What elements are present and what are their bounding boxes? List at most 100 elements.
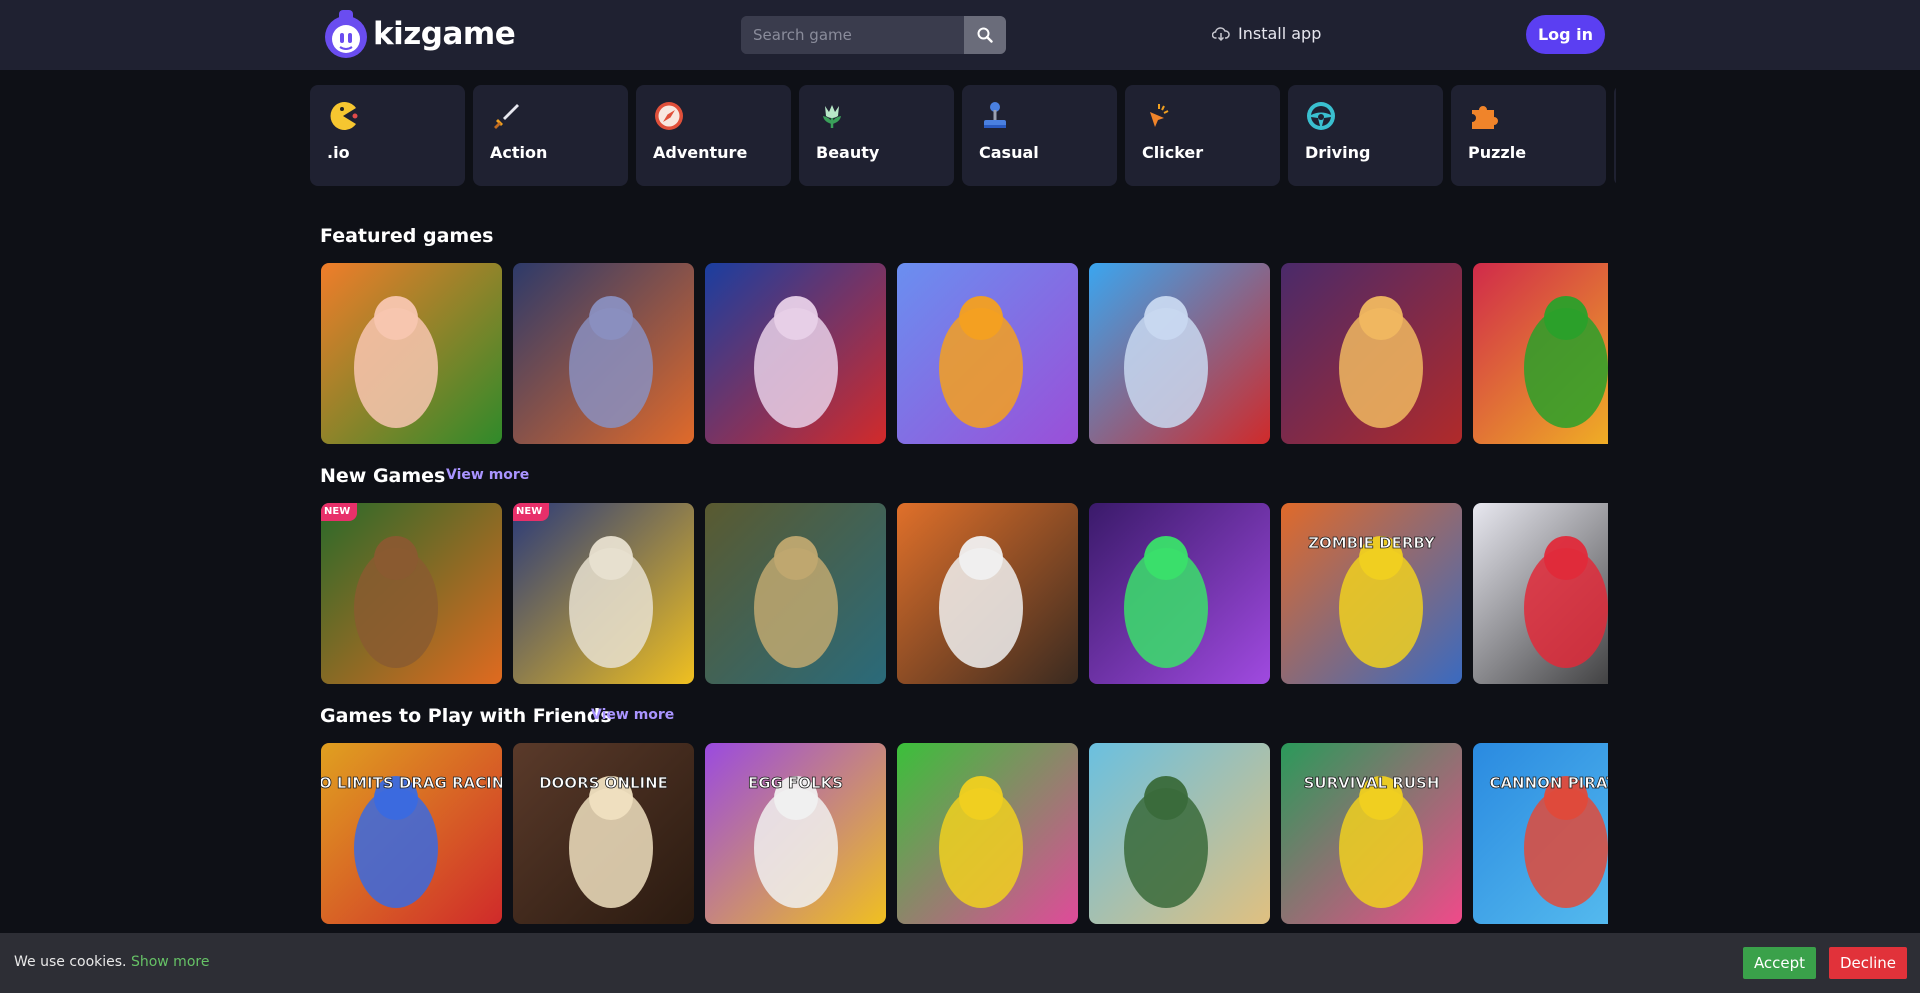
cursor-click-icon xyxy=(1150,104,1169,127)
site-logo[interactable]: kizgame xyxy=(323,9,516,59)
game-tile[interactable] xyxy=(897,503,1078,684)
logo-mascot-icon xyxy=(325,10,367,58)
category-io[interactable]: .io xyxy=(310,85,465,186)
category-label: Casual xyxy=(979,143,1039,162)
row-new-games: NEW NEW ZOMBIE DERBY xyxy=(321,503,1608,685)
section-title-featured: Featured games xyxy=(320,225,494,247)
game-thumbnail xyxy=(321,503,502,684)
joystick-icon xyxy=(984,102,1006,128)
game-thumbnail: EGG FOLKS xyxy=(705,743,886,924)
category-label: .io xyxy=(327,143,350,162)
game-tile[interactable] xyxy=(513,263,694,444)
game-title-art: CANNON PIRATES xyxy=(1489,774,1608,792)
game-tile[interactable] xyxy=(1281,263,1462,444)
game-thumbnail: CANNON PIRATES xyxy=(1473,743,1608,924)
row-featured xyxy=(321,263,1608,445)
game-thumbnail xyxy=(1473,503,1608,684)
game-thumbnail: DOORS ONLINE xyxy=(513,743,694,924)
game-thumbnail: NO LIMITS DRAG RACING xyxy=(321,743,502,924)
game-thumbnail xyxy=(705,263,886,444)
view-more-new-games-link[interactable]: View more xyxy=(446,467,529,483)
category-label: Beauty xyxy=(816,143,880,162)
compass-icon xyxy=(655,102,683,130)
install-app-button[interactable]: Install app xyxy=(1212,24,1321,43)
login-button[interactable]: Log in xyxy=(1526,15,1605,54)
game-tile[interactable] xyxy=(705,263,886,444)
category-label: Action xyxy=(490,143,548,162)
new-badge: NEW xyxy=(321,503,358,521)
game-thumbnail xyxy=(513,503,694,684)
game-thumbnail xyxy=(705,503,886,684)
game-tile[interactable]: DOORS ONLINE xyxy=(513,743,694,924)
game-tile[interactable] xyxy=(897,743,1078,924)
game-tile[interactable] xyxy=(897,263,1078,444)
game-title-art: SURVIVAL RUSH xyxy=(1304,774,1440,792)
category-label: Clicker xyxy=(1142,143,1204,162)
game-tile[interactable] xyxy=(705,503,886,684)
game-thumbnail xyxy=(1089,503,1270,684)
game-tile[interactable] xyxy=(1473,503,1608,684)
category-clicker[interactable]: Clicker xyxy=(1125,85,1280,186)
game-tile[interactable] xyxy=(1473,263,1608,444)
install-app-label: Install app xyxy=(1238,24,1322,43)
game-thumbnail xyxy=(897,503,1078,684)
pacman-icon xyxy=(330,102,358,130)
game-tile[interactable] xyxy=(1089,743,1270,924)
cookie-message: We use cookies. Show more xyxy=(14,954,209,970)
cookie-banner: We use cookies. Show more Accept Decline xyxy=(0,933,1920,993)
category-label: Driving xyxy=(1305,143,1371,162)
cookie-decline-button[interactable]: Decline xyxy=(1829,947,1907,979)
top-header: kizgame Install app Log in xyxy=(0,0,1920,70)
game-thumbnail xyxy=(1089,263,1270,444)
category-bar: .io Action Adventure Beauty Casual Click… xyxy=(310,85,1616,186)
game-thumbnail xyxy=(897,263,1078,444)
category-label: Adventure xyxy=(653,143,748,162)
game-tile[interactable]: NO LIMITS DRAG RACING xyxy=(321,743,502,924)
game-title-art: EGG FOLKS xyxy=(748,774,843,792)
puzzle-piece-icon xyxy=(1472,106,1498,129)
category-casual[interactable]: Casual xyxy=(962,85,1117,186)
category-more[interactable] xyxy=(1614,85,1616,186)
section-title-new-games: New Games xyxy=(320,465,446,487)
category-label: Puzzle xyxy=(1468,143,1527,162)
game-thumbnail xyxy=(897,743,1078,924)
search-button[interactable] xyxy=(964,16,1006,54)
game-thumbnail xyxy=(1089,743,1270,924)
game-thumbnail: ZOMBIE DERBY xyxy=(1281,503,1462,684)
game-tile[interactable]: ZOMBIE DERBY xyxy=(1281,503,1462,684)
flower-icon xyxy=(823,105,841,128)
game-tile[interactable] xyxy=(1089,503,1270,684)
game-thumbnail xyxy=(1473,263,1608,444)
game-tile[interactable]: SURVIVAL RUSH xyxy=(1281,743,1462,924)
cookie-text: We use cookies. xyxy=(14,954,127,970)
search-box xyxy=(741,16,1006,54)
game-thumbnail xyxy=(321,263,502,444)
game-title-art: ZOMBIE DERBY xyxy=(1308,534,1436,552)
category-beauty[interactable]: Beauty xyxy=(799,85,954,186)
view-more-friends-link[interactable]: View more xyxy=(591,707,674,723)
cloud-download-icon xyxy=(1212,26,1230,41)
new-badge: NEW xyxy=(513,503,550,521)
game-tile[interactable] xyxy=(1089,263,1270,444)
game-tile[interactable]: CANNON PIRATES xyxy=(1473,743,1608,924)
game-title-art: DOORS ONLINE xyxy=(539,774,668,792)
game-tile[interactable]: NEW xyxy=(513,503,694,684)
game-tile[interactable] xyxy=(321,263,502,444)
game-title-art: NO LIMITS DRAG RACING xyxy=(321,774,502,792)
category-adventure[interactable]: Adventure xyxy=(636,85,791,186)
game-tile[interactable]: EGG FOLKS xyxy=(705,743,886,924)
game-tile[interactable]: NEW xyxy=(321,503,502,684)
game-thumbnail xyxy=(1281,263,1462,444)
search-icon xyxy=(977,27,993,43)
cookie-show-more-link[interactable]: Show more xyxy=(131,954,210,970)
category-puzzle[interactable]: Puzzle xyxy=(1451,85,1606,186)
game-thumbnail xyxy=(513,263,694,444)
logo-text: kizgame xyxy=(373,16,516,52)
section-title-friends: Games to Play with Friends xyxy=(320,705,612,727)
row-friends: NO LIMITS DRAG RACING DOORS ONLINE EGG FOL… xyxy=(321,743,1608,925)
search-input[interactable] xyxy=(741,16,964,54)
cookie-accept-button[interactable]: Accept xyxy=(1743,947,1816,979)
sword-icon xyxy=(494,104,519,129)
category-driving[interactable]: Driving xyxy=(1288,85,1443,186)
category-action[interactable]: Action xyxy=(473,85,628,186)
